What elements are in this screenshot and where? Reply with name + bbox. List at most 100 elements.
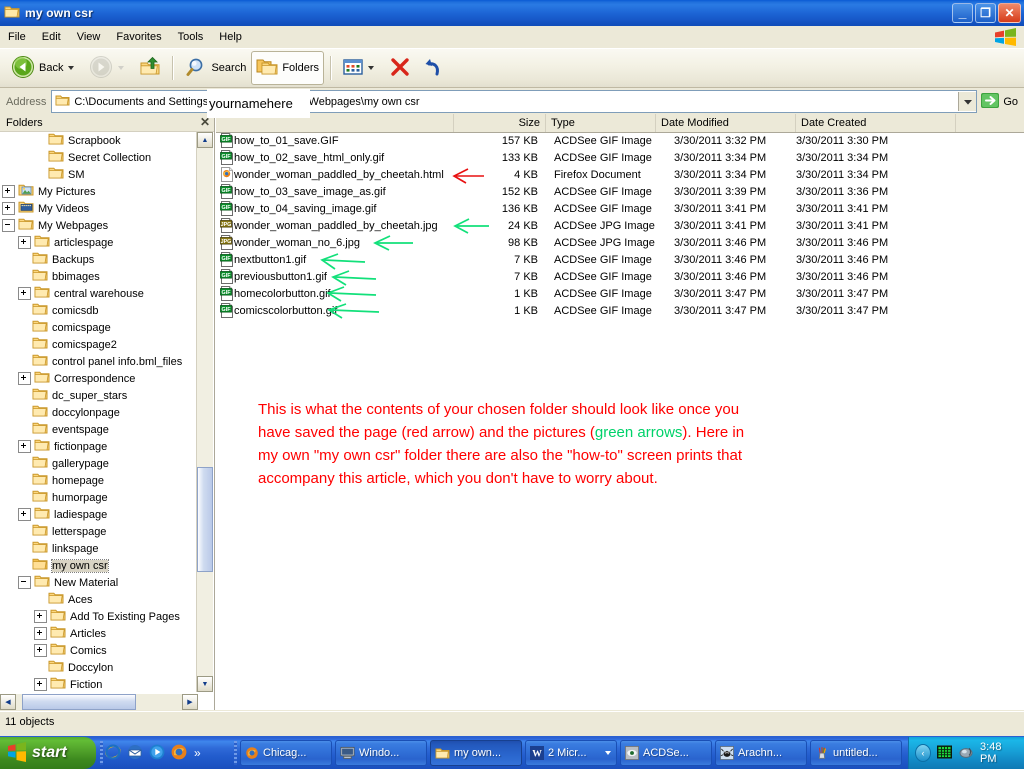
file-row[interactable]: GIF previousbutton1.gif 7 KB ACDSee GIF Ima… (216, 268, 1024, 285)
tree-item-my-webpages[interactable]: My Webpages (0, 217, 198, 234)
back-dropdown-icon[interactable] (68, 66, 75, 70)
taskbar-button-myown[interactable]: my own... (430, 740, 522, 766)
folders-button[interactable]: Folders (251, 51, 325, 85)
volume-icon[interactable] (958, 745, 974, 762)
expand-plus-icon[interactable] (18, 236, 31, 249)
expand-plus-icon[interactable] (34, 627, 47, 640)
tree-item-secret-collection[interactable]: Secret Collection (0, 149, 198, 166)
file-row[interactable]: GIF nextbutton1.gif 7 KB ACDSee GIF Image 3/… (216, 251, 1024, 268)
file-name-cell[interactable]: GIF nextbutton1.gif (220, 251, 454, 268)
file-list-rows[interactable]: GIF how_to_01_save.GIF 157 KB ACDSee GIF Im… (216, 132, 1024, 319)
tree-item-my-pictures[interactable]: My Pictures (0, 183, 198, 200)
file-row[interactable]: GIF how_to_01_save.GIF 157 KB ACDSee GIF Im… (216, 132, 1024, 149)
column-header-type[interactable]: Type (546, 114, 656, 132)
hscroll-track[interactable] (16, 694, 182, 710)
file-row[interactable]: GIF how_to_04_saving_image.gif 136 KB ACDSe… (216, 200, 1024, 217)
tree-item-central-warehouse[interactable]: central warehouse (0, 285, 198, 302)
file-name-cell[interactable]: GIF previousbutton1.gif (220, 268, 454, 285)
address-dropdown-button[interactable] (958, 92, 977, 111)
up-button[interactable] (134, 51, 166, 85)
task-buttons[interactable]: Chicag... Windo... my own... W 2 Micr... ACDS… (240, 740, 902, 766)
search-button[interactable]: Search (180, 51, 251, 85)
internet-explorer-icon[interactable] (104, 743, 122, 764)
menu-item-help[interactable]: Help (211, 29, 250, 45)
file-row[interactable]: wonder_woman_paddled_by_cheetah.html 4 KB… (216, 166, 1024, 183)
tree-item-sm[interactable]: SM (0, 166, 198, 183)
file-name-cell[interactable]: JPG wonder_woman_no_6.jpg (220, 234, 454, 251)
expand-plus-icon[interactable] (2, 202, 15, 215)
views-dropdown-icon[interactable] (368, 66, 375, 70)
tree-item-letterspage[interactable]: letterspage (0, 523, 198, 540)
scroll-left-icon[interactable]: ◀ (0, 694, 16, 710)
media-icon[interactable] (148, 743, 166, 764)
close-button[interactable]: ✕ (998, 3, 1021, 23)
minimize-button[interactable]: _ (952, 3, 973, 23)
network-icon[interactable] (937, 745, 953, 762)
file-name-cell[interactable]: GIF how_to_01_save.GIF (220, 132, 454, 149)
expand-plus-icon[interactable] (34, 644, 47, 657)
forward-dropdown-icon[interactable] (118, 66, 125, 70)
taskbar-button-windo[interactable]: Windo... (335, 740, 427, 766)
firefox-icon[interactable] (170, 743, 188, 764)
hscroll-thumb[interactable] (22, 694, 136, 710)
tree-item-control-panel-info-bml-files[interactable]: control panel info.bml_files (0, 353, 198, 370)
undo-button[interactable] (416, 51, 448, 85)
tree-item-linkspage[interactable]: linkspage (0, 540, 198, 557)
menu-item-edit[interactable]: Edit (34, 29, 69, 45)
delete-button[interactable] (384, 51, 416, 85)
tree-item-add-to-existing-pages[interactable]: Add To Existing Pages (0, 608, 198, 625)
expand-plus-icon[interactable] (34, 678, 47, 691)
tree-item-backups[interactable]: Backups (0, 251, 198, 268)
go-button[interactable]: Go (977, 92, 1024, 112)
column-header-date-modified[interactable]: Date Modified (656, 114, 796, 132)
taskbar-button-2micr[interactable]: W 2 Micr... (525, 740, 617, 766)
tree-item-new-material[interactable]: New Material (0, 574, 198, 591)
tree-item-correspondence[interactable]: Correspondence (0, 370, 198, 387)
vscroll-thumb[interactable] (197, 467, 213, 572)
address-input[interactable]: C:\Documents and Settings\ \My Documents… (51, 90, 978, 113)
file-row[interactable]: JPG wonder_woman_paddled_by_cheetah.jpg 24… (216, 217, 1024, 234)
tree-item-gallerypage[interactable]: gallerypage (0, 455, 198, 472)
tree-item-my-own-csr[interactable]: my own csr (0, 557, 198, 574)
taskbar-button-chicag[interactable]: Chicag... (240, 740, 332, 766)
tree-item-articles[interactable]: Articles (0, 625, 198, 642)
tree-item-ladiespage[interactable]: ladiespage (0, 506, 198, 523)
file-row[interactable]: GIF how_to_03_save_image_as.gif 152 KB ACDS… (216, 183, 1024, 200)
tree-item-doccylonpage[interactable]: doccylonpage (0, 404, 198, 421)
file-row[interactable]: GIF homecolorbutton.gif 1 KB ACDSee GIF Ima… (216, 285, 1024, 302)
file-name-cell[interactable]: GIF homecolorbutton.gif (220, 285, 454, 302)
maximize-button[interactable]: ❐ (975, 3, 996, 23)
menu-item-file[interactable]: File (0, 29, 34, 45)
tree-item-doccylon[interactable]: Doccylon (0, 659, 198, 676)
file-row[interactable]: JPG wonder_woman_no_6.jpg 98 KB ACDSee JPG … (216, 234, 1024, 251)
file-name-cell[interactable]: GIF how_to_02_save_html_only.gif (220, 149, 454, 166)
tree-item-scrapbook[interactable]: Scrapbook (0, 132, 198, 149)
expand-plus-icon[interactable] (2, 185, 15, 198)
expand-plus-icon[interactable] (34, 610, 47, 623)
menu-item-tools[interactable]: Tools (170, 29, 212, 45)
taskbar-group-caret-icon[interactable] (605, 751, 611, 755)
file-name-cell[interactable]: wonder_woman_paddled_by_cheetah.html (220, 166, 454, 183)
collapse-minus-icon[interactable] (2, 219, 15, 232)
file-row[interactable]: GIF how_to_02_save_html_only.gif 133 KB ACD… (216, 149, 1024, 166)
taskbar-button-acdse[interactable]: ACDSe... (620, 740, 712, 766)
scroll-down-icon[interactable]: ▼ (197, 676, 213, 692)
tree-item-comics[interactable]: Comics (0, 642, 198, 659)
file-row[interactable]: GIF comicscolorbutton.gif 1 KB ACDSee GIF I… (216, 302, 1024, 319)
tree-item-fiction[interactable]: Fiction (0, 676, 198, 692)
tree-item-humorpage[interactable]: humorpage (0, 489, 198, 506)
start-button[interactable]: start (0, 737, 96, 769)
tree-item-aces[interactable]: Aces (0, 591, 198, 608)
column-header-date-created[interactable]: Date Created (796, 114, 956, 132)
tree-item-bbimages[interactable]: bbimages (0, 268, 198, 285)
expand-plus-icon[interactable] (18, 440, 31, 453)
file-name-cell[interactable]: GIF how_to_03_save_image_as.gif (220, 183, 454, 200)
menu-item-favorites[interactable]: Favorites (108, 29, 169, 45)
expand-plus-icon[interactable] (18, 287, 31, 300)
tree-item-comicspage[interactable]: comicspage (0, 319, 198, 336)
taskbar-button-untitled[interactable]: untitled... (810, 740, 902, 766)
expand-plus-icon[interactable] (18, 372, 31, 385)
forward-button[interactable] (84, 51, 134, 85)
tray-expand-icon[interactable]: ‹ (915, 744, 932, 762)
tree-item-my-videos[interactable]: My Videos (0, 200, 198, 217)
